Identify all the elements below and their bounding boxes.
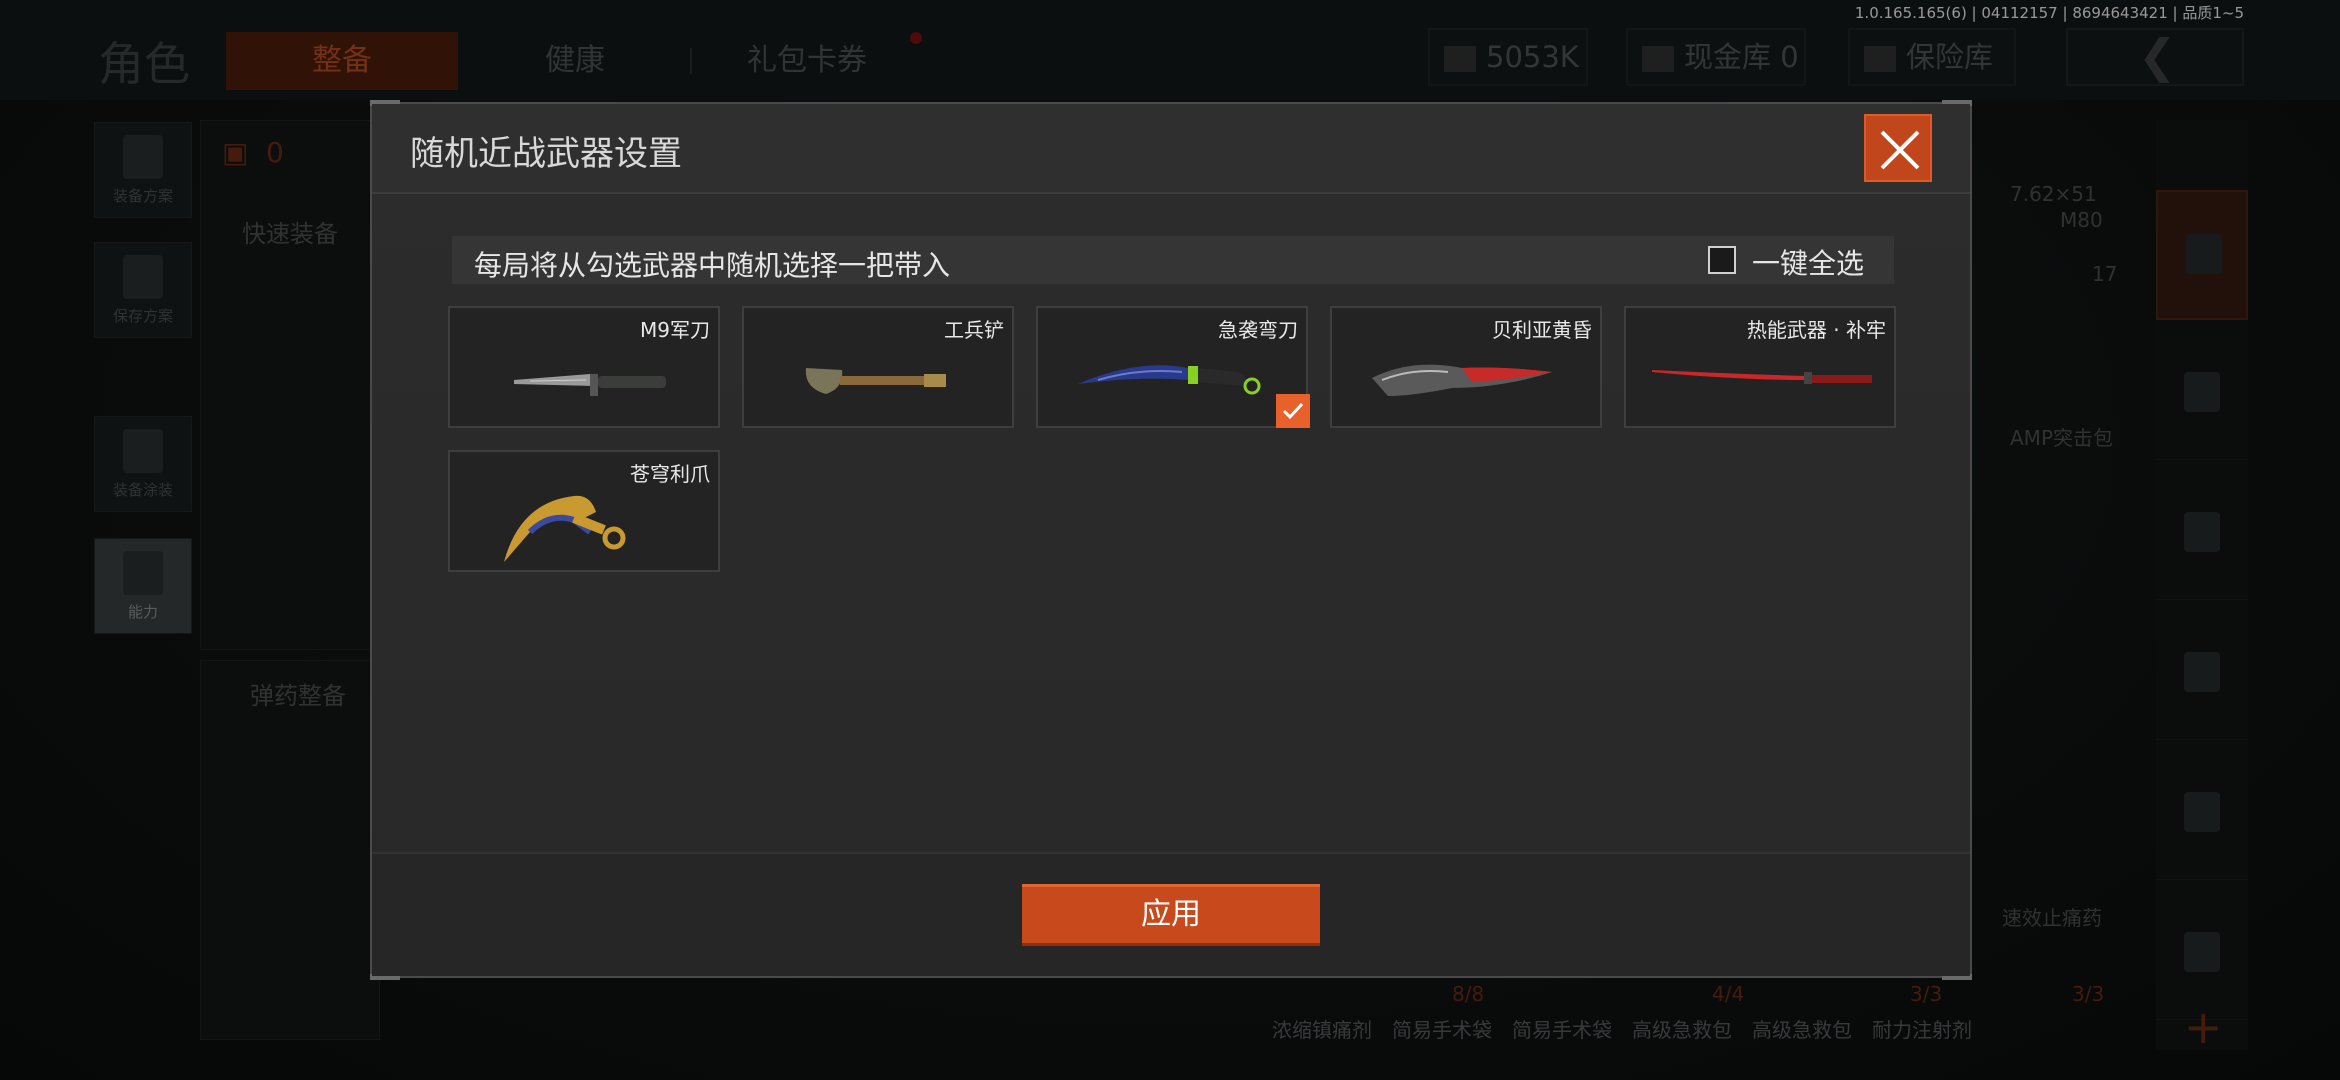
belial-dusk-image: [1372, 364, 1552, 396]
thermal-blade-image: [1652, 370, 1872, 384]
select-all-checkbox[interactable]: [1708, 246, 1736, 274]
info-text: 每局将从勾选武器中随机选择一把带入: [474, 249, 951, 282]
machete-image: [1078, 365, 1261, 395]
shovel-image: [805, 368, 946, 394]
apply-button[interactable]: 应用: [1022, 884, 1320, 946]
check-icon: [1282, 402, 1304, 420]
weapon-card-blitz-machete[interactable]: 急袭弯刀: [1036, 306, 1310, 428]
weapon-card-thermal-weapon[interactable]: 热能武器 · 补牢: [1624, 306, 1896, 428]
weapon-checked-mark[interactable]: [1276, 394, 1310, 428]
weapon-card-m9[interactable]: M9军刀: [448, 306, 720, 428]
weapon-card-belial-dusk[interactable]: 贝利亚黄昏: [1330, 306, 1602, 428]
m9-bayonet-image: [514, 374, 666, 396]
weapon-card-azure-claw[interactable]: 苍穹利爪: [448, 450, 720, 572]
game-screen: 角色 整备 健康 礼包卡券 1.0.165.165(6) | 04112157 …: [0, 0, 2340, 1080]
random-melee-dialog: 随机近战武器设置 每局将从勾选武器中随机选择一把带入 一键全选 M9军刀 工兵铲…: [370, 100, 1972, 980]
close-button[interactable]: [1864, 114, 1932, 182]
info-bar: 每局将从勾选武器中随机选择一把带入 一键全选: [452, 236, 1894, 284]
select-all-label: 一键全选: [1752, 247, 1865, 280]
dialog-title: 随机近战武器设置: [410, 134, 682, 174]
apply-label: 应用: [1141, 897, 1201, 932]
close-icon: [1880, 130, 1920, 170]
weapon-card-shovel[interactable]: 工兵铲: [742, 306, 1014, 428]
dialog-header: 随机近战武器设置: [372, 104, 1970, 194]
dialog-footer: 应用: [372, 852, 1970, 976]
karambit-image: [504, 495, 626, 562]
